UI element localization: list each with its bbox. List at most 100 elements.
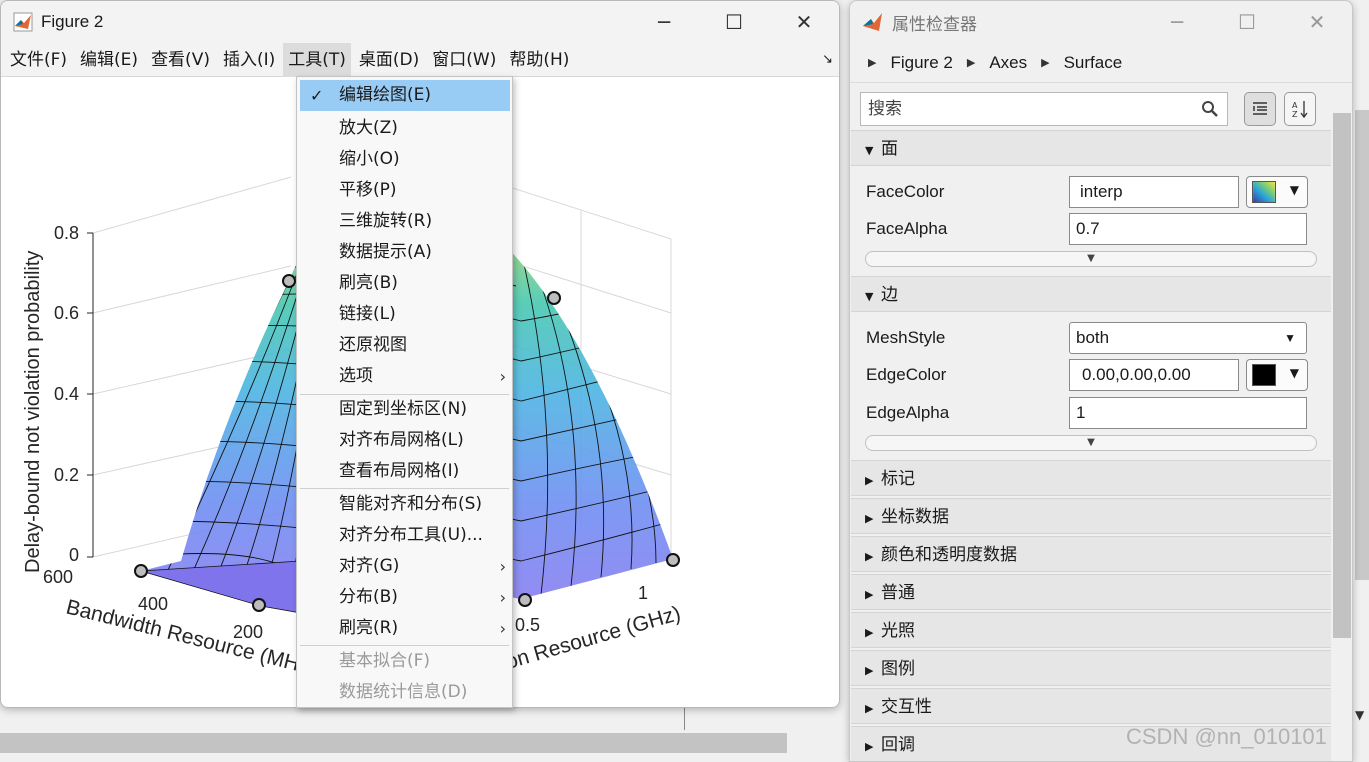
section-title: 标记: [881, 469, 915, 489]
prop-label-meshstyle: MeshStyle: [866, 328, 946, 347]
facecolor-picker-button[interactable]: ▼: [1246, 176, 1308, 208]
menu-item-brush-submenu[interactable]: 刷亮(R) ›: [297, 613, 512, 644]
menu-insert[interactable]: 插入(I): [218, 43, 280, 77]
breadcrumb: ▶ Figure 2 ▶ Axes ▶ Surface: [850, 43, 1352, 83]
minimize-button[interactable]: ─: [1142, 1, 1212, 43]
prop-label-facealpha: FaceAlpha: [866, 219, 948, 238]
menu-item-snap-layout-grid[interactable]: 对齐布局网格(L): [297, 425, 512, 456]
section-coordinate-data[interactable]: ▶ 坐标数据: [851, 498, 1331, 534]
menu-item-pan[interactable]: 平移(P): [297, 175, 512, 206]
menu-item-brush[interactable]: 刷亮(B): [297, 268, 512, 299]
menu-item-reset-view[interactable]: 还原视图: [297, 330, 512, 361]
section-lighting[interactable]: ▶ 光照: [851, 612, 1331, 648]
menu-file[interactable]: 文件(F): [5, 43, 72, 77]
y-tick-label: 0.5: [515, 615, 540, 635]
maximize-button[interactable]: ☐: [1212, 1, 1282, 43]
triangle-right-icon: ▶: [865, 664, 874, 677]
section-edge[interactable]: ▼ 边: [851, 276, 1331, 312]
prop-label-edgecolor: EdgeColor: [866, 365, 947, 384]
submenu-arrow-icon: ›: [499, 619, 506, 638]
menu-item-label: 平移(P): [339, 180, 397, 200]
selection-handle: [134, 564, 148, 578]
meshstyle-dropdown[interactable]: both ▼: [1069, 322, 1307, 354]
section-legend[interactable]: ▶ 图例: [851, 650, 1331, 686]
triangle-right-icon: ▶: [865, 702, 874, 715]
menu-item-align[interactable]: 对齐(G) ›: [297, 551, 512, 582]
background-scrollbar[interactable]: [1355, 110, 1369, 580]
section-interactivity[interactable]: ▶ 交互性: [851, 688, 1331, 724]
close-button[interactable]: ✕: [769, 1, 839, 43]
minimize-button[interactable]: ─: [629, 1, 699, 43]
menu-item-label: 对齐分布工具(U)...: [339, 525, 483, 545]
facecolor-field[interactable]: interp: [1069, 176, 1239, 208]
edgecolor-picker-button[interactable]: ▼: [1246, 359, 1308, 391]
figure-menubar: 文件(F) 编辑(E) 查看(V) 插入(I) 工具(T) 桌面(D) 窗口(W…: [1, 42, 839, 77]
menu-item-align-distribute-tool[interactable]: 对齐分布工具(U)...: [297, 520, 512, 551]
menu-view[interactable]: 查看(V): [146, 43, 215, 77]
search-input[interactable]: 搜索: [860, 92, 1228, 126]
watermark: CSDN @nn_010101: [1126, 724, 1327, 749]
menu-edit[interactable]: 编辑(E): [75, 43, 143, 77]
triangle-right-icon: ▶: [865, 512, 874, 525]
z-tick-label: 0.8: [54, 223, 79, 243]
menu-item-label: 选项: [339, 366, 373, 386]
selection-handle: [252, 598, 266, 612]
expand-more-button[interactable]: ▼: [865, 251, 1317, 267]
menu-item-label: 刷亮(R): [339, 618, 399, 638]
menu-item-smart-align[interactable]: 智能对齐和分布(S): [297, 489, 512, 520]
dock-arrow-icon[interactable]: ↘: [822, 52, 833, 67]
triangle-right-icon: ▶: [865, 474, 874, 487]
section-marker[interactable]: ▶ 标记: [851, 460, 1331, 496]
color-swatch-icon: [1252, 364, 1276, 386]
menu-item-distribute[interactable]: 分布(B) ›: [297, 582, 512, 613]
edgealpha-field[interactable]: 1: [1069, 397, 1307, 429]
menu-item-pin-to-axes[interactable]: 固定到坐标区(N): [297, 394, 512, 425]
scroll-down-arrow-icon[interactable]: ▼: [1355, 708, 1364, 722]
close-button[interactable]: ✕: [1282, 1, 1352, 43]
background-horizontal-scrollbar[interactable]: [0, 733, 787, 753]
menu-item-edit-plot[interactable]: ✓ 编辑绘图(E): [300, 80, 510, 111]
menu-item-view-layout-grid[interactable]: 查看布局网格(I): [297, 456, 512, 487]
maximize-button[interactable]: ☐: [699, 1, 769, 43]
menu-item-label: 编辑绘图(E): [339, 85, 432, 105]
menu-item-rotate-3d[interactable]: 三维旋转(R): [297, 206, 512, 237]
chevron-right-icon: ▶: [868, 57, 877, 69]
section-face[interactable]: ▼ 面: [851, 130, 1331, 166]
edgecolor-field[interactable]: 0.00,0.00,0.00: [1069, 359, 1239, 391]
expand-more-button[interactable]: ▼: [865, 435, 1317, 451]
menu-item-label: 刷亮(B): [339, 273, 398, 293]
facealpha-field[interactable]: 0.7: [1069, 213, 1307, 245]
menu-item-label: 对齐(G): [339, 556, 400, 576]
sort-alphabetical-button[interactable]: A Z: [1284, 92, 1316, 126]
search-icon[interactable]: [1201, 100, 1219, 118]
breadcrumb-axes[interactable]: Axes: [989, 53, 1027, 73]
breadcrumb-surface[interactable]: Surface: [1064, 53, 1123, 73]
inspector-scrollbar-thumb[interactable]: [1333, 113, 1351, 638]
section-general[interactable]: ▶ 普通: [851, 574, 1331, 610]
menu-item-label: 缩小(O): [339, 149, 400, 169]
prop-label-facecolor: FaceColor: [866, 182, 945, 201]
figure-titlebar: Figure 2 ─ ☐ ✕: [1, 1, 839, 43]
y-tick-label: 1: [638, 583, 648, 603]
x-tick-label: 600: [43, 567, 73, 587]
menu-help[interactable]: 帮助(H): [504, 43, 574, 77]
group-view-button[interactable]: [1244, 92, 1276, 126]
section-color-alpha-data[interactable]: ▶ 颜色和透明度数据: [851, 536, 1331, 572]
menu-item-options[interactable]: 选项 ›: [297, 361, 512, 392]
z-tick-label: 0: [69, 545, 79, 565]
chevron-down-icon: ▼: [1289, 366, 1299, 380]
menu-desktop[interactable]: 桌面(D): [354, 43, 424, 77]
menu-item-data-tips[interactable]: 数据提示(A): [297, 237, 512, 268]
menu-item-zoom-in[interactable]: 放大(Z): [297, 113, 512, 144]
breadcrumb-figure[interactable]: Figure 2: [890, 53, 952, 73]
triangle-right-icon: ▶: [865, 550, 874, 563]
property-inspector-window: 属性检查器 ─ ☐ ✕ ▶ Figure 2 ▶ Axes ▶ Surface …: [849, 0, 1353, 762]
menu-window[interactable]: 窗口(W): [427, 43, 501, 77]
window-title: Figure 2: [41, 12, 104, 31]
menu-item-label: 智能对齐和分布(S): [339, 494, 483, 514]
menu-tools[interactable]: 工具(T): [283, 42, 351, 77]
svg-text:Z: Z: [1292, 110, 1298, 119]
menu-item-zoom-out[interactable]: 缩小(O): [297, 144, 512, 175]
search-placeholder: 搜索: [868, 99, 902, 119]
menu-item-link[interactable]: 链接(L): [297, 299, 512, 330]
